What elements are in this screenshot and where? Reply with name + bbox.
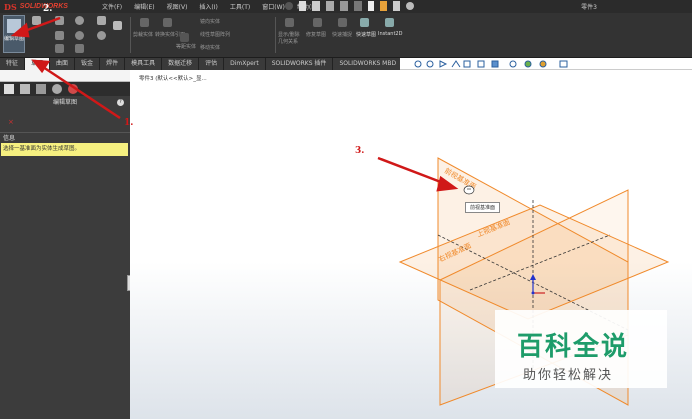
arrow-1	[39, 63, 121, 120]
annotation-arrows	[10, 16, 459, 192]
watermark-title: 百科全说	[517, 332, 630, 362]
plane-tooltip: 前视基准面	[465, 202, 501, 213]
step-3-label: 3.	[355, 146, 365, 156]
watermark-subtitle: 助你轻松解决	[523, 368, 614, 383]
watermark-badge: 百科全说 助你轻松解决	[495, 310, 667, 388]
arrow-2-head	[10, 22, 30, 38]
arrow-3	[377, 156, 447, 186]
mouse-cursor-icon	[463, 185, 475, 195]
step-1-label: 1.	[124, 118, 134, 128]
step-2-label: 2.	[43, 4, 53, 14]
